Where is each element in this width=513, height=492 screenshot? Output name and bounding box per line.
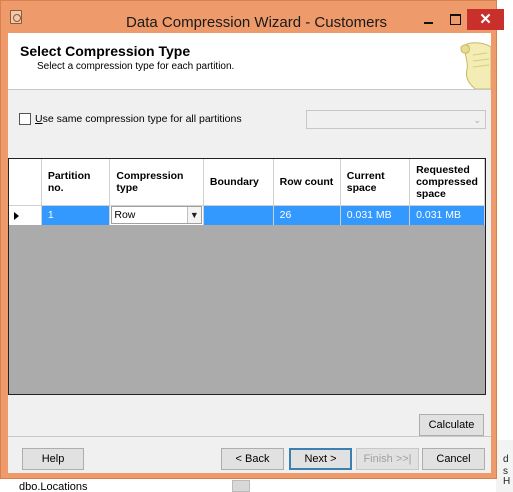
compression-type-cell[interactable]: Row ▼ [109,205,204,225]
all-partitions-type-select: ⌄ [306,110,486,129]
chevron-down-icon: ⌄ [473,115,481,125]
cancel-button[interactable]: Cancel [422,448,485,470]
title-bar[interactable]: Data Compression Wizard - Customers ✕ [1,1,504,33]
background-char: H [503,476,511,487]
compression-type-value: Row [114,209,136,222]
row-header-corner [9,159,42,206]
partitions-grid[interactable]: Partition no. Compression type Boundary … [8,158,486,395]
boundary-cell[interactable] [203,205,274,225]
back-button[interactable]: < Back [221,448,284,470]
compression-type-dropdown[interactable]: Row ▼ [111,206,202,225]
background-scrollbar [232,480,250,492]
column-header[interactable]: Current space [340,159,411,206]
current-row-icon [14,211,19,220]
current-space-cell[interactable]: 0.031 MB [340,205,411,225]
wizard-window: Data Compression Wizard - Customers ✕ Se… [0,0,504,479]
table-row[interactable]: 1 Row ▼ 26 0.031 MB 0.031 MB [9,205,485,225]
footer-divider [8,436,491,437]
background-tree-item: dbo.Locations [19,481,88,492]
column-header[interactable]: Partition no. [41,159,111,206]
maximize-button[interactable] [444,9,466,29]
help-button[interactable]: Help [22,448,84,470]
column-header[interactable]: Boundary [203,159,274,206]
finish-button: Finish >>| [356,448,419,470]
chevron-down-icon[interactable]: ▼ [186,207,201,224]
row-selector[interactable] [9,205,42,225]
page-header: Select Compression Type Select a compres… [8,33,491,90]
partition-no-cell[interactable]: 1 [41,205,111,225]
wizard-body: Select Compression Type Select a compres… [8,33,491,473]
column-header[interactable]: Row count [273,159,341,206]
same-type-label[interactable]: Use same compression type for all partit… [35,113,242,125]
close-button[interactable]: ✕ [467,9,504,30]
grid-header-row: Partition no. Compression type Boundary … [9,159,485,206]
page-subtitle: Select a compression type for each parti… [37,61,235,72]
row-count-cell[interactable]: 26 [273,205,341,225]
requested-space-cell[interactable]: 0.031 MB [409,205,485,225]
background-char: d [503,454,509,465]
minimize-button[interactable] [418,9,440,29]
same-type-checkbox[interactable] [19,113,31,125]
column-header[interactable]: Requested compressed space [409,159,485,206]
page-title: Select Compression Type [20,43,191,59]
column-header[interactable]: Compression type [109,159,204,206]
next-button[interactable]: Next > [289,448,352,470]
close-icon: ✕ [479,11,492,28]
wizard-scroll-icon [460,42,491,89]
calculate-button[interactable]: Calculate [419,414,484,436]
